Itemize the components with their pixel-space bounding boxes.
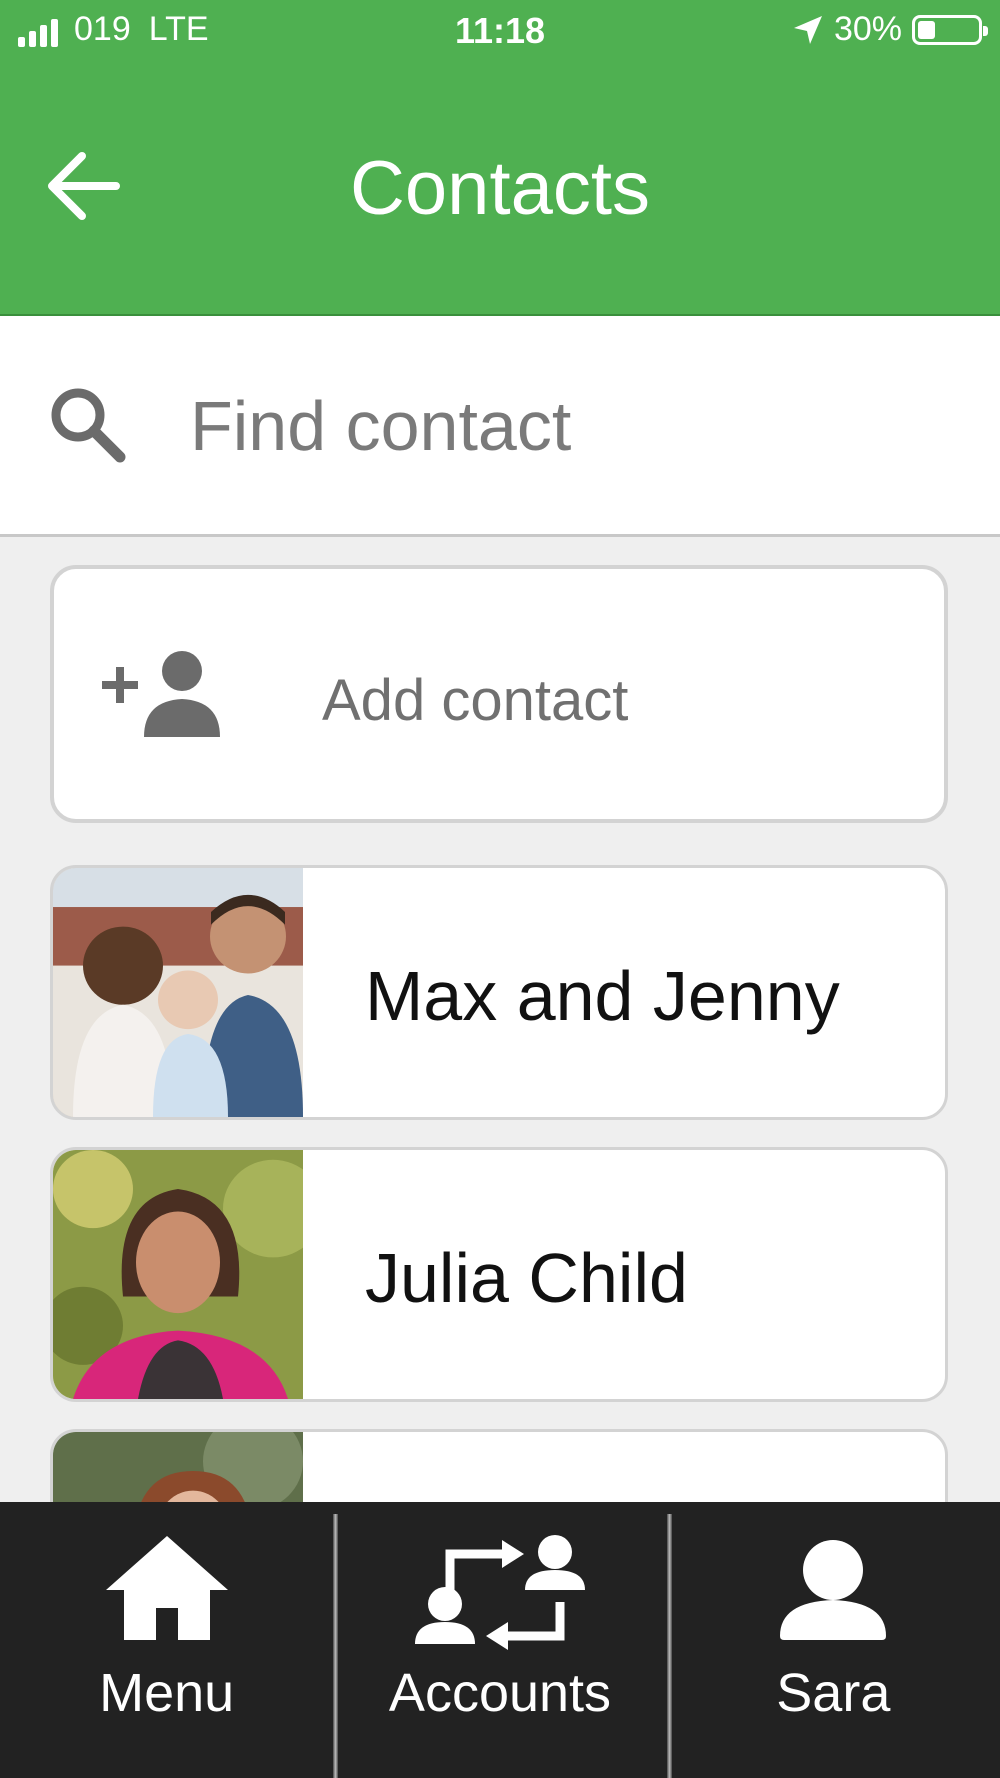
app-header: 019 LTE 11:18 30% Contacts [0,0,1000,316]
contact-name: Julia Child [365,1239,688,1317]
nav-menu[interactable]: Menu [0,1502,333,1778]
status-right: 30% [792,10,988,49]
bottom-nav: Menu Accounts Sara [0,1502,1000,1778]
contact-item-julia-child[interactable]: Julia Child [50,1147,948,1402]
battery-icon [912,14,988,45]
contact-photo [53,1150,303,1399]
nav-accounts[interactable]: Accounts [333,1502,666,1778]
nav-label: Sara [776,1663,891,1723]
status-bar: 019 LTE 11:18 30% [0,0,1000,64]
add-contact-label: Add contact [322,668,629,733]
page-title: Contacts [350,146,650,231]
home-icon [105,1536,228,1640]
battery-percent: 30% [833,10,902,48]
transfer-accounts-icon [414,1535,585,1650]
search-icon [51,388,126,463]
search-input[interactable] [188,370,952,482]
location-arrow-icon [793,15,822,44]
add-contact-button[interactable]: Add contact [50,565,948,823]
nav-label: Accounts [388,1663,612,1723]
contact-photo [53,868,303,1117]
battery-level [918,20,935,39]
nav-label: Menu [99,1663,235,1723]
nav-profile[interactable]: Sara [666,1502,1000,1778]
add-person-icon [102,651,220,737]
user-icon [780,1540,887,1640]
contact-name: Max and Jenny [365,957,840,1035]
contact-item-max-and-jenny[interactable]: Max and Jenny [50,865,948,1120]
